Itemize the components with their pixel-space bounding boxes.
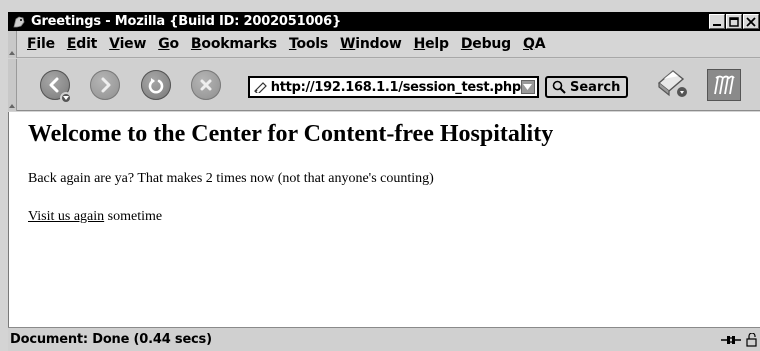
navigation-toolbar: http://192.168.1.1/session_test.php Sear… — [17, 59, 760, 111]
forward-button[interactable] — [90, 70, 120, 100]
security-lock-icon[interactable] — [746, 332, 758, 347]
stop-icon — [200, 79, 212, 91]
menu-edit[interactable]: Edit — [67, 36, 97, 52]
url-input[interactable]: http://192.168.1.1/session_test.php — [271, 80, 521, 95]
back-arrow-icon — [49, 77, 59, 93]
magnifier-icon — [552, 80, 566, 94]
search-button[interactable]: Search — [545, 76, 628, 98]
print-button[interactable] — [655, 67, 689, 99]
mozilla-throbber[interactable] — [707, 69, 741, 101]
visit-again-line: Visit us again sometime — [28, 209, 760, 225]
online-plug-icon[interactable] — [720, 333, 742, 347]
status-text: Document: Done (0.44 secs) — [10, 332, 212, 347]
mozilla-app-icon[interactable] — [11, 14, 27, 30]
menu-bookmarks[interactable]: Bookmarks — [191, 36, 277, 52]
navbar-grip[interactable] — [8, 59, 17, 111]
forward-arrow-icon — [101, 77, 111, 93]
page-proxy-icon[interactable] — [254, 81, 271, 93]
back-history-dropdown[interactable] — [60, 92, 72, 104]
url-bar[interactable]: http://192.168.1.1/session_test.php — [248, 76, 539, 98]
mozilla-m-logo-icon — [714, 75, 735, 95]
menu-tools[interactable]: Tools — [289, 36, 328, 52]
window-controls — [709, 14, 759, 29]
reload-icon — [148, 78, 164, 94]
page-content-area[interactable]: Welcome to the Center for Content-free H… — [8, 112, 760, 327]
visit-count-text: Back again are ya? That makes 2 times no… — [28, 171, 434, 186]
maximize-button[interactable] — [726, 14, 742, 29]
reload-button[interactable] — [141, 70, 171, 100]
printer-icon — [657, 70, 687, 97]
visit-again-suffix: sometime — [104, 209, 163, 224]
menu-window[interactable]: Window — [340, 36, 402, 52]
chevron-down-icon — [523, 84, 533, 90]
window-title: Greetings - Mozilla {Build ID: 200205100… — [31, 14, 342, 29]
status-bar: Document: Done (0.44 secs) — [8, 327, 760, 351]
browser-window: Greetings - Mozilla {Build ID: 200205100… — [0, 0, 760, 351]
menu-bar: File Edit View Go Bookmarks Tools Window… — [17, 31, 760, 58]
menu-debug[interactable]: Debug — [461, 36, 511, 52]
menu-qa[interactable]: QA — [523, 36, 546, 52]
status-icons — [720, 332, 758, 347]
url-history-dropdown[interactable] — [520, 80, 535, 94]
close-button[interactable] — [743, 14, 759, 29]
menubar-grip[interactable] — [8, 31, 17, 58]
menu-file[interactable]: File — [27, 36, 55, 52]
minimize-button[interactable] — [709, 14, 725, 29]
stop-button[interactable] — [191, 70, 221, 100]
search-button-label: Search — [570, 79, 621, 95]
chevron-down-icon — [63, 96, 69, 100]
menu-view[interactable]: View — [109, 36, 146, 52]
menu-go[interactable]: Go — [158, 36, 179, 52]
page-heading: Welcome to the Center for Content-free H… — [28, 121, 554, 147]
visit-again-link[interactable]: Visit us again — [28, 209, 104, 224]
title-bar: Greetings - Mozilla {Build ID: 200205100… — [8, 12, 760, 31]
menu-help[interactable]: Help — [414, 36, 449, 52]
